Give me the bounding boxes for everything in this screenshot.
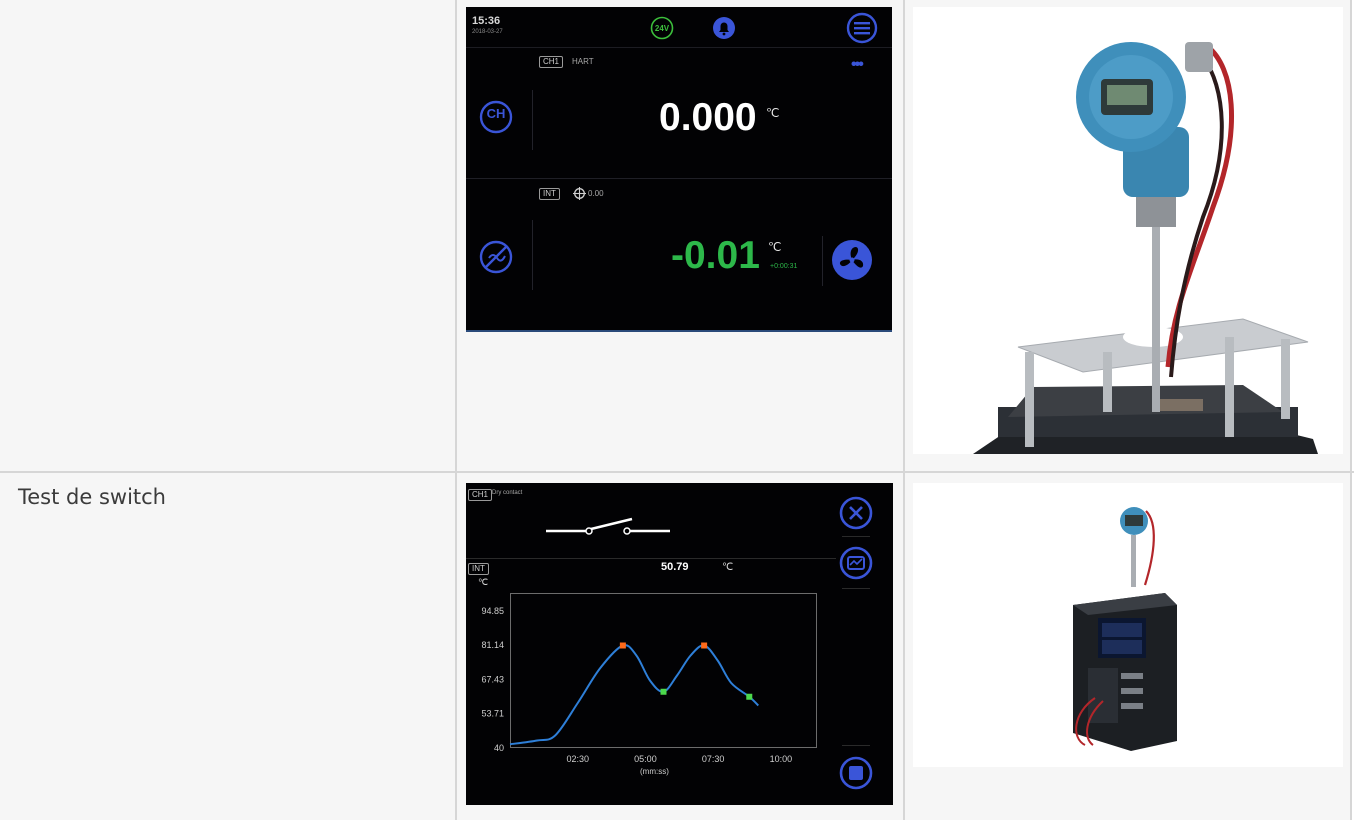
supply-label: 24V	[654, 23, 670, 33]
switch-point-marker	[701, 642, 708, 649]
channel-value: 0.000	[659, 96, 757, 139]
switch-point-marker	[660, 688, 667, 695]
y-tick-label: 40	[494, 743, 504, 753]
row-divider	[532, 90, 533, 150]
fan-icon[interactable]	[831, 239, 873, 281]
x-tick-label: 05:00	[634, 754, 657, 764]
channel-icon[interactable]: CH	[479, 100, 513, 134]
table-divider	[455, 0, 457, 820]
x-tick-label: 07:30	[702, 754, 725, 764]
channel-unit: ℃	[766, 106, 780, 120]
table-divider	[903, 0, 905, 820]
chart-view-icon[interactable]	[838, 545, 874, 581]
protocol-label: HART	[572, 57, 594, 66]
transmitter-illustration	[913, 7, 1343, 454]
internal-value: -0.01	[671, 234, 760, 277]
channel-row: CH1 HART ••• CH 0.000 ℃	[466, 48, 892, 179]
clock-time: 15:36	[472, 15, 501, 27]
calibrator-illustration	[913, 483, 1343, 767]
clock-date: 2018-03-27	[472, 29, 503, 35]
menu-icon[interactable]	[846, 12, 878, 44]
stability-timer: +0:00:31	[770, 263, 798, 270]
temperature-series-line	[509, 644, 760, 746]
screen-sidebar	[836, 483, 893, 805]
table-cell	[0, 0, 455, 471]
photo-dry-block-calibrator	[913, 483, 1343, 767]
x-axis-unit: (mm:ss)	[640, 767, 669, 776]
table-divider	[0, 471, 1354, 473]
y-tick-label: 53.71	[481, 709, 504, 719]
divider	[842, 536, 870, 537]
status-bar: 15:36 2018-03-27 24V	[466, 7, 892, 48]
row-divider	[532, 220, 533, 290]
row-label-switch-test: Test de switch	[18, 485, 166, 509]
photo-transmitter-on-dry-block	[913, 7, 1343, 454]
channel-icon-label: CH	[486, 106, 506, 121]
switch-point-marker	[619, 642, 626, 649]
y-tick-label: 81.14	[481, 640, 504, 650]
x-tick-label: 02:30	[566, 754, 589, 764]
internal-unit: ℃	[768, 240, 782, 254]
table-divider	[1350, 0, 1352, 820]
internal-row: INT 0.00 -0.01 ℃ +0:00:31	[466, 180, 892, 330]
heater-icon[interactable]	[479, 240, 513, 274]
setpoint-value: 0.00	[588, 189, 604, 198]
y-tick-label: 94.85	[481, 606, 504, 616]
bell-icon[interactable]	[711, 15, 737, 41]
stop-icon[interactable]	[838, 755, 874, 791]
setpoint-icon	[573, 187, 586, 200]
divider	[842, 588, 870, 589]
y-tick-label: 67.43	[481, 674, 504, 684]
row-divider	[822, 236, 823, 286]
table-cell	[0, 473, 455, 820]
channel-tag: CH1	[539, 56, 564, 68]
divider	[842, 745, 870, 746]
switch-point-marker	[746, 693, 753, 700]
trend-chart: 94.85 81.14 67.43 53.71 40 02:30 05:00 07:30 10:…	[481, 606, 793, 764]
x-tick-label: 10:00	[770, 754, 793, 764]
24v-icon[interactable]: 24V	[650, 16, 674, 40]
more-options-icon[interactable]: •••	[851, 56, 864, 74]
calibrator-screen-switch-test: CH1 Dry contact INT 50.79 ℃ ℃ 94.85 81.14…	[466, 483, 893, 805]
internal-tag: INT	[539, 188, 560, 200]
close-icon[interactable]	[838, 495, 874, 531]
calibrator-screen-temperature: 15:36 2018-03-27 24V CH1 HART ••• CH 0.0…	[466, 7, 892, 332]
